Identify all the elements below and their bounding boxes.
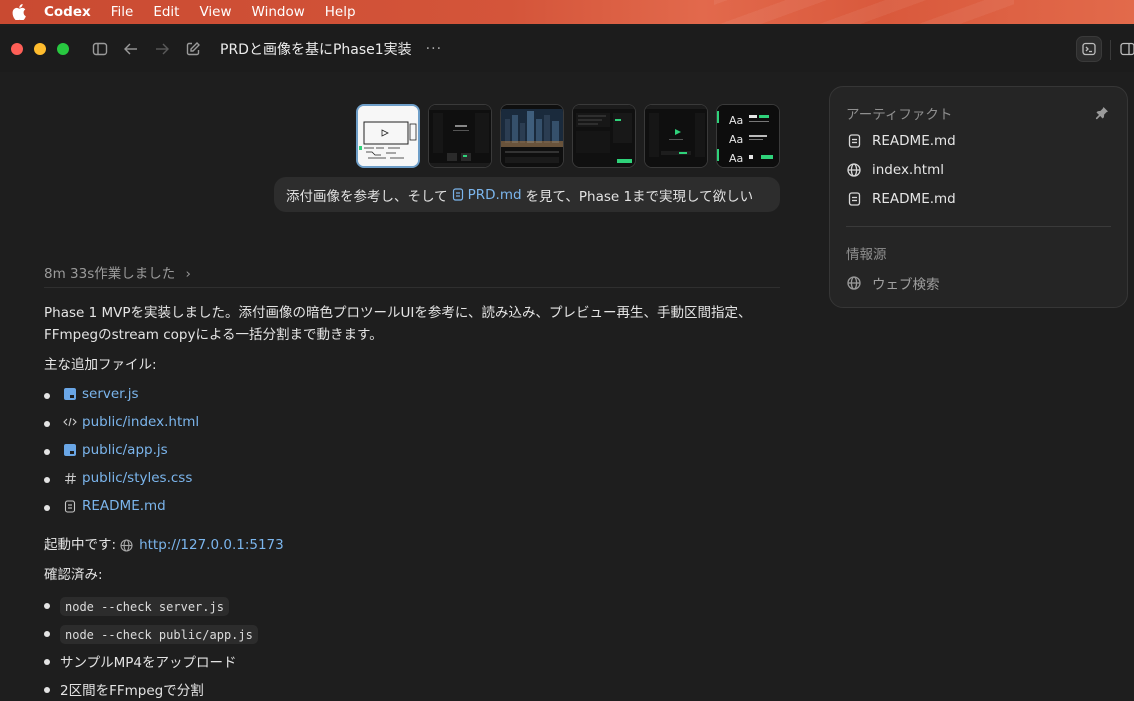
wallpaper-stripes (714, 0, 1014, 24)
menu-window[interactable]: Window (252, 4, 305, 20)
menu-view[interactable]: View (199, 4, 231, 20)
file-link-server-js[interactable]: server.js (63, 386, 139, 402)
verified-heading: 確認済み: (44, 567, 103, 583)
globe-icon (846, 162, 862, 178)
thumbnail-dark-ui-3[interactable] (644, 104, 708, 168)
terminal-button[interactable] (1076, 36, 1102, 62)
minimize-window-button[interactable] (34, 43, 46, 55)
sources-heading: 情報源 (846, 247, 887, 263)
menu-help[interactable]: Help (325, 4, 356, 20)
new-chat-icon[interactable] (182, 38, 204, 60)
more-options-button[interactable]: ··· (426, 41, 442, 57)
titlebar-divider (1110, 40, 1111, 60)
running-url-link[interactable]: http://127.0.0.1:5173 (120, 534, 284, 556)
bullet (44, 477, 50, 483)
thread-title: PRDと画像を基にPhase1実装 (220, 42, 412, 58)
thumbnail-typography[interactable]: Aa Aa Aa (716, 104, 780, 168)
globe-icon (846, 275, 862, 291)
thumbnail-city-night[interactable] (500, 104, 564, 168)
hash-icon (63, 471, 77, 485)
close-window-button[interactable] (11, 43, 23, 55)
bullet (44, 687, 50, 693)
window-controls (11, 43, 80, 55)
inline-code: node --check server.js (60, 597, 229, 616)
response-intro-line-2: FFmpegのstream copyによる一括分割まで動きます。 (44, 327, 383, 343)
worked-separator (44, 287, 780, 288)
artifact-name: README.md (872, 133, 956, 149)
running-url: http://127.0.0.1:5173 (139, 537, 284, 553)
file-name: README.md (82, 498, 166, 514)
artifacts-panel: アーティファクト README.md index.html README.md … (829, 86, 1128, 308)
verified-item: 2区間をFFmpegで分割 (60, 683, 204, 699)
file-link-styles-css[interactable]: public/styles.css (63, 470, 192, 486)
globe-icon (120, 538, 133, 552)
apple-logo-icon[interactable] (12, 4, 34, 20)
back-arrow-icon[interactable] (120, 38, 142, 60)
document-icon (846, 191, 862, 207)
worked-duration-toggle[interactable]: 8m 33s作業しました › (44, 262, 191, 282)
file-link-readme-md[interactable]: README.md (63, 498, 166, 514)
file-link-index-html[interactable]: public/index.html (63, 414, 199, 430)
sidebar-toggle-icon[interactable] (89, 38, 111, 60)
artifact-item-index-html[interactable]: index.html (846, 162, 944, 178)
svg-text:Aa: Aa (729, 133, 743, 146)
file-name: public/index.html (82, 414, 200, 430)
svg-text:Aa: Aa (729, 152, 743, 165)
window-titlebar: PRDと画像を基にPhase1実装 ··· (0, 26, 1134, 72)
titlebar-right-controls (1076, 36, 1134, 62)
document-icon (452, 188, 463, 201)
prompt-text-after: を見て、Phase 1まで実現して欲しい (525, 188, 754, 205)
toggle-panel-icon[interactable] (1116, 36, 1134, 62)
menu-edit[interactable]: Edit (153, 4, 179, 20)
document-icon (63, 499, 77, 513)
bullet (44, 659, 50, 665)
prompt-text-before: 添付画像を参考し、そして (286, 188, 448, 205)
response-intro-line-1: Phase 1 MVPを実装しました。添付画像の暗色プロツールUIを参考に、読み… (44, 305, 752, 321)
source-item-web-search[interactable]: ウェブ検索 (846, 273, 940, 293)
prompt-file-name: PRD.md (467, 186, 522, 203)
bullet (44, 393, 50, 399)
bullet (44, 631, 50, 637)
file-name: server.js (82, 386, 139, 402)
thumbnail-dark-ui-1[interactable] (428, 104, 492, 168)
verified-item: サンプルMP4をアップロード (60, 655, 237, 671)
svg-text:Aa: Aa (729, 114, 743, 127)
files-heading: 主な追加ファイル: (44, 357, 157, 373)
user-prompt-bubble: 添付画像を参考し、そして PRD.md を見て、Phase 1まで実現して欲しい (274, 177, 780, 212)
file-name: public/app.js (82, 442, 168, 458)
zoom-window-button[interactable] (57, 43, 69, 55)
file-link-app-js[interactable]: public/app.js (63, 442, 168, 458)
pin-icon[interactable] (1095, 105, 1109, 124)
document-icon (846, 133, 862, 149)
menu-bar: Codex File Edit View Window Help (0, 0, 1134, 24)
running-label: 起動中です: (44, 537, 117, 553)
forward-arrow-icon[interactable] (151, 38, 173, 60)
menu-file[interactable]: File (111, 4, 134, 20)
source-name: ウェブ検索 (872, 277, 940, 293)
js-file-icon (63, 443, 77, 457)
file-name: public/styles.css (82, 470, 193, 486)
artifact-item-readme-2[interactable]: README.md (846, 191, 956, 207)
html-code-icon (63, 415, 77, 429)
js-file-icon (63, 387, 77, 401)
attached-images: Aa Aa Aa (356, 104, 788, 168)
prompt-file-link[interactable]: PRD.md (452, 187, 522, 203)
inline-code: node --check public/app.js (60, 625, 258, 644)
artifact-name: index.html (872, 162, 944, 178)
bullet (44, 449, 50, 455)
chevron-right-icon: › (185, 266, 191, 282)
bullet (44, 603, 50, 609)
bullet (44, 421, 50, 427)
worked-duration-label: 8m 33s作業しました (44, 266, 176, 282)
running-line: 起動中です: http://127.0.0.1:5173 (44, 534, 804, 556)
artifacts-heading: アーティファクト (846, 107, 953, 123)
artifact-name: README.md (872, 191, 956, 207)
panel-divider (846, 226, 1111, 227)
thumbnail-sketch[interactable] (356, 104, 420, 168)
bullet (44, 505, 50, 511)
artifact-item-readme[interactable]: README.md (846, 133, 956, 149)
thumbnail-dark-ui-2[interactable] (572, 104, 636, 168)
menu-app-name[interactable]: Codex (44, 4, 91, 20)
